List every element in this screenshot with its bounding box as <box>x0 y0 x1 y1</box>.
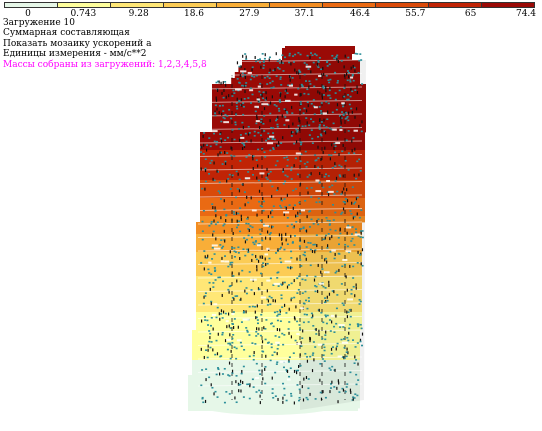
building-mesh <box>188 46 366 415</box>
building-acceleration-mosaic <box>188 46 366 415</box>
